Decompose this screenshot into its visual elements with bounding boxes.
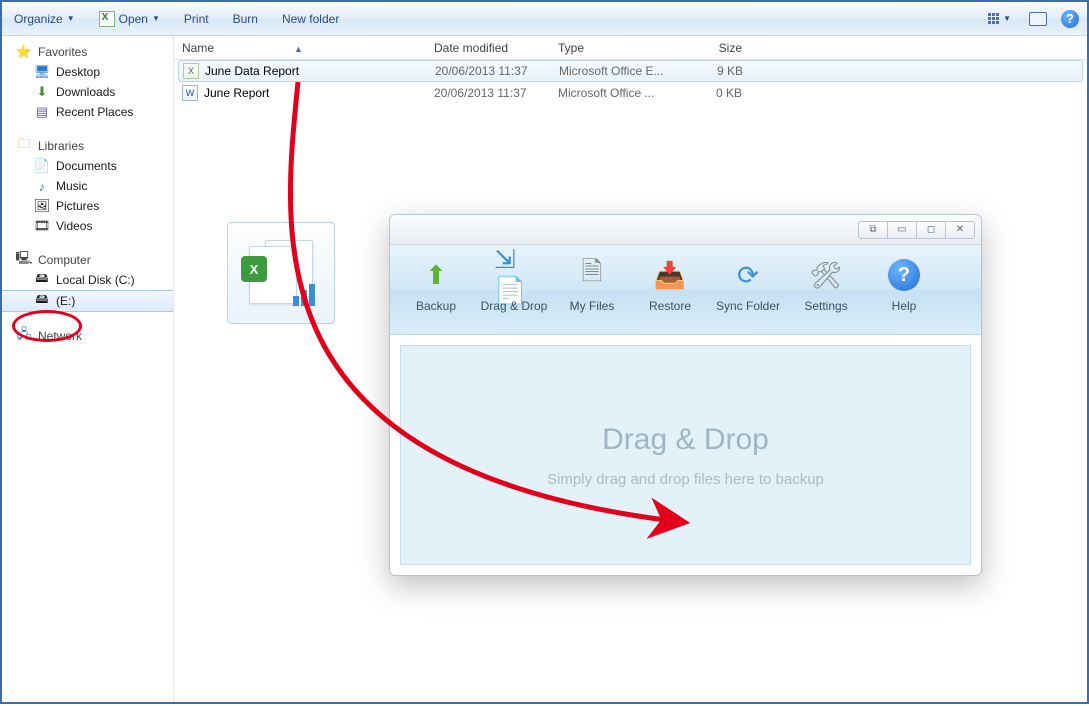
file-date: 20/06/2013 11:37 <box>435 64 559 78</box>
libraries-header[interactable]: 🗀Libraries <box>2 136 173 156</box>
sort-asc-icon: ▲ <box>294 44 303 54</box>
files-icon: 🗎 <box>572 255 612 295</box>
word-file-icon: W <box>182 85 198 101</box>
computer-icon: 🖳 <box>16 252 32 268</box>
maximize-button[interactable]: ◻ <box>916 221 946 239</box>
help-circle-icon: ? <box>884 255 924 295</box>
chevron-down-icon: ▼ <box>67 14 75 23</box>
upload-arrow-icon: ⬆ <box>416 255 456 295</box>
settings-button[interactable]: 🛠 Settings <box>788 251 864 328</box>
help-icon[interactable]: ? <box>1061 10 1079 28</box>
sidebar-item-recent-places[interactable]: ▤Recent Places <box>2 102 173 122</box>
views-menu[interactable]: ▼ <box>984 10 1015 27</box>
sidebar-item-pictures[interactable]: 🖼Pictures <box>2 196 173 216</box>
excel-icon <box>99 11 115 27</box>
sidebar-item-music[interactable]: ♪Music <box>2 176 173 196</box>
organize-menu[interactable]: Organize ▼ <box>10 9 79 29</box>
drag-ghost-thumbnail: X <box>227 222 335 324</box>
close-button[interactable]: ✕ <box>945 221 975 239</box>
preview-pane-button[interactable] <box>1029 12 1047 26</box>
recent-icon: ▤ <box>34 104 50 120</box>
drag-drop-button[interactable]: ⇲📄 Drag & Drop <box>476 251 552 328</box>
computer-header[interactable]: 🖳Computer <box>2 250 173 270</box>
drop-zone[interactable]: Drag & Drop Simply drag and drop files h… <box>400 345 971 565</box>
my-files-button[interactable]: 🗎 My Files <box>554 251 630 328</box>
col-date[interactable]: Date modified <box>434 41 558 55</box>
burn-button[interactable]: Burn <box>229 9 262 29</box>
libraries-icon: 🗀 <box>16 138 32 154</box>
file-name: June Data Report <box>205 64 299 78</box>
chevron-down-icon: ▼ <box>152 14 160 23</box>
backup-button[interactable]: ⬆ Backup <box>398 251 474 328</box>
drag-drop-icon: ⇲📄 <box>494 255 534 295</box>
desktop-icon: 🖥 <box>34 64 50 80</box>
sidebar-item-local-disk-c[interactable]: 🖴Local Disk (C:) <box>2 270 173 290</box>
new-folder-button[interactable]: New folder <box>278 9 343 29</box>
views-icon <box>988 13 999 24</box>
explorer-toolbar: Organize ▼ Open ▼ Print Burn New folder … <box>2 2 1087 36</box>
file-type: Microsoft Office ... <box>558 86 676 100</box>
open-label: Open <box>119 12 148 26</box>
tools-icon: 🛠 <box>806 255 846 295</box>
app-toolbar: ⬆ Backup ⇲📄 Drag & Drop 🗎 My Files 📥 Res… <box>390 245 981 335</box>
file-date: 20/06/2013 11:37 <box>434 86 558 100</box>
app-titlebar: ⧉ ▭ ◻ ✕ <box>390 215 981 245</box>
help-button[interactable]: ? Help <box>866 251 942 328</box>
minimize-button[interactable]: ▭ <box>887 221 917 239</box>
pin-button[interactable]: ⧉ <box>858 221 888 239</box>
sidebar-item-documents[interactable]: 📄Documents <box>2 156 173 176</box>
music-icon: ♪ <box>34 178 50 194</box>
sidebar-item-videos[interactable]: 🎞Videos <box>2 216 173 236</box>
documents-icon: 📄 <box>34 158 50 174</box>
disk-icon: 🖴 <box>34 293 50 309</box>
network-icon: 🖧 <box>16 328 32 344</box>
pictures-icon: 🖼 <box>34 198 50 214</box>
col-size[interactable]: Size <box>676 41 748 55</box>
file-type: Microsoft Office E... <box>559 64 677 78</box>
videos-icon: 🎞 <box>34 218 50 234</box>
col-type[interactable]: Type <box>558 41 676 55</box>
sync-folder-button[interactable]: ⟳ Sync Folder <box>710 251 786 328</box>
sidebar-item-drive-e[interactable]: 🖴(E:) <box>2 290 173 312</box>
chevron-down-icon: ▼ <box>1003 14 1011 23</box>
star-icon: ⭐ <box>16 44 32 60</box>
navigation-pane: ⭐Favorites 🖥Desktop ⬇Downloads ▤Recent P… <box>2 36 174 702</box>
download-folder-icon: 📥 <box>650 255 690 295</box>
print-button[interactable]: Print <box>180 9 213 29</box>
file-row[interactable]: X June Data Report 20/06/2013 11:37Microso… <box>178 60 1083 82</box>
downloads-icon: ⬇ <box>34 84 50 100</box>
restore-button[interactable]: 📥 Restore <box>632 251 708 328</box>
sidebar-item-downloads[interactable]: ⬇Downloads <box>2 82 173 102</box>
excel-file-icon: X <box>183 63 199 79</box>
backup-app-window: ⧉ ▭ ◻ ✕ ⬆ Backup ⇲📄 Drag & Drop 🗎 My Fil… <box>389 214 982 576</box>
disk-icon: 🖴 <box>34 272 50 288</box>
network-header[interactable]: 🖧Network <box>2 326 173 346</box>
sidebar-item-desktop[interactable]: 🖥Desktop <box>2 62 173 82</box>
sync-icon: ⟳ <box>728 255 768 295</box>
file-size: 0 KB <box>676 86 748 100</box>
file-row[interactable]: W June Report 20/06/2013 11:37Microsoft Of… <box>174 82 1087 104</box>
chart-icon <box>293 284 315 306</box>
excel-badge-icon: X <box>241 256 267 282</box>
col-name[interactable]: Name▲ <box>182 41 434 55</box>
file-size: 9 KB <box>677 64 749 78</box>
drop-title: Drag & Drop <box>602 423 769 457</box>
column-headers: Name▲ Date modified Type Size <box>174 36 1087 60</box>
drop-subtitle: Simply drag and drop files here to backu… <box>547 471 824 488</box>
favorites-header[interactable]: ⭐Favorites <box>2 42 173 62</box>
open-menu[interactable]: Open ▼ <box>95 8 164 30</box>
organize-label: Organize <box>14 12 63 26</box>
file-name: June Report <box>204 86 269 100</box>
